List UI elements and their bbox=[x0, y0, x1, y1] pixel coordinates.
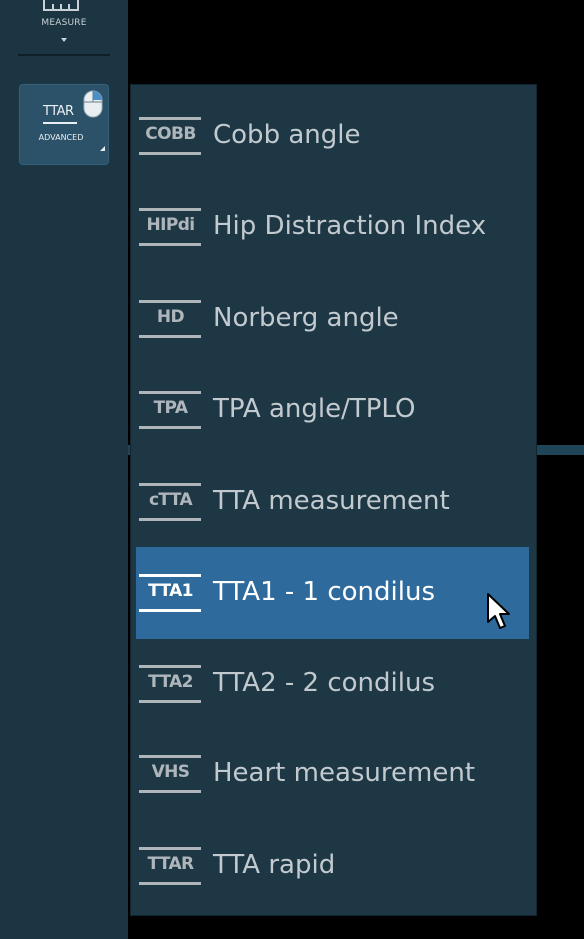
advanced-measure-menu: COBB Cobb angle HIPdi Hip Distraction In… bbox=[131, 85, 536, 915]
mouse-icon bbox=[83, 90, 103, 118]
menu-item-cobb-angle[interactable]: COBB Cobb angle bbox=[136, 90, 529, 182]
menu-item-tta-rapid[interactable]: TTAR TTA rapid bbox=[136, 820, 529, 912]
menu-item-tpa-angle[interactable]: TPA TPA angle/TPLO bbox=[136, 364, 529, 456]
measure-tool-button[interactable]: MEASURE bbox=[18, 0, 110, 56]
ruler-icon bbox=[43, 0, 79, 11]
tta2-icon: TTA2 bbox=[139, 665, 202, 703]
tta1-icon: TTA1 bbox=[139, 574, 202, 612]
advanced-label: ADVANCED bbox=[38, 133, 84, 142]
chevron-down-icon[interactable] bbox=[59, 37, 69, 43]
menu-item-tta2[interactable]: TTA2 TTA2 - 2 condilus bbox=[136, 638, 529, 730]
menu-item-label: Norberg angle bbox=[213, 303, 399, 333]
cobb-icon: COBB bbox=[139, 117, 202, 155]
ttar-icon-text: TTAR bbox=[43, 104, 74, 119]
ttar-icon-underline bbox=[43, 122, 77, 124]
menu-item-label: TTA measurement bbox=[213, 486, 450, 516]
screen: MEASURE TTAR ADVANCED COBB Cobb angle HI… bbox=[0, 0, 584, 939]
menu-item-norberg-angle[interactable]: HD Norberg angle bbox=[136, 273, 529, 365]
menu-item-label: Hip Distraction Index bbox=[213, 211, 487, 241]
menu-item-label: TTA rapid bbox=[213, 850, 336, 880]
menu-item-hip-distraction-index[interactable]: HIPdi Hip Distraction Index bbox=[136, 181, 529, 273]
menu-item-label: TPA angle/TPLO bbox=[213, 394, 416, 424]
toolbar-divider bbox=[18, 54, 110, 56]
hd-icon: HD bbox=[139, 300, 202, 338]
menu-item-tta-measurement[interactable]: cTTA TTA measurement bbox=[136, 456, 529, 548]
expand-corner-icon bbox=[100, 146, 105, 151]
ctta-icon: cTTA bbox=[139, 483, 202, 521]
menu-item-label: Cobb angle bbox=[213, 120, 361, 150]
menu-item-label: Heart measurement bbox=[213, 758, 476, 788]
mouse-cursor-icon bbox=[487, 593, 510, 629]
menu-item-tta1[interactable]: TTA1 TTA1 - 1 condilus bbox=[136, 547, 529, 639]
image-border-line bbox=[536, 445, 584, 455]
menu-item-heart-measurement[interactable]: VHS Heart measurement bbox=[136, 728, 529, 820]
left-toolbar: MEASURE TTAR ADVANCED bbox=[0, 0, 128, 939]
tpa-icon: TPA bbox=[139, 391, 202, 429]
ttar-advanced-button[interactable]: TTAR ADVANCED bbox=[19, 84, 109, 165]
ttar-icon: TTAR bbox=[139, 847, 202, 885]
menu-item-label: TTA1 - 1 condilus bbox=[213, 577, 435, 607]
measure-label: MEASURE bbox=[41, 18, 87, 28]
menu-item-label: TTA2 - 2 condilus bbox=[213, 668, 435, 698]
hipdi-icon: HIPdi bbox=[139, 208, 202, 246]
vhs-icon: VHS bbox=[139, 755, 202, 793]
